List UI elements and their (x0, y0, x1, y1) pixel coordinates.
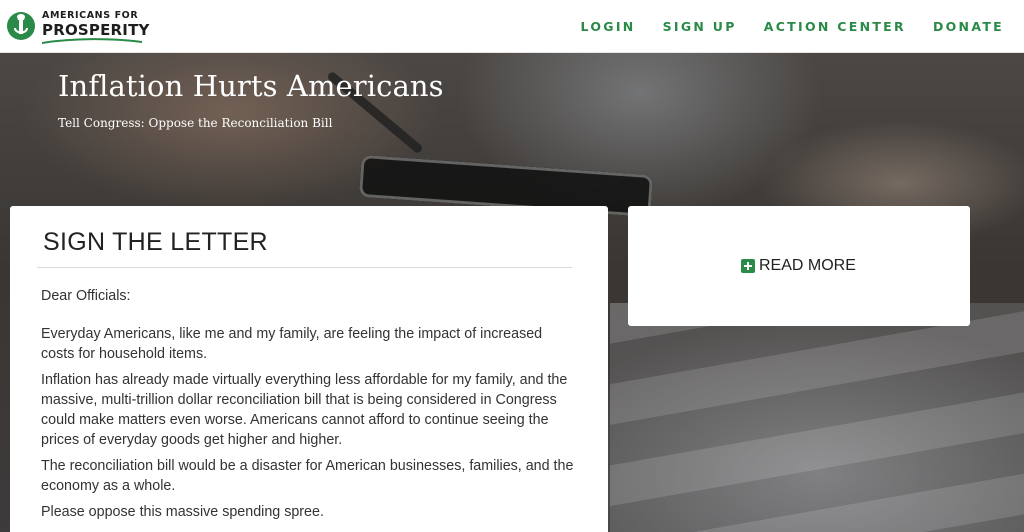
page-title: Inflation Hurts Americans (58, 69, 444, 103)
logo-line-2: PROSPERITY (42, 20, 150, 39)
sign-letter-panel: SIGN THE LETTER Dear Officials: Everyday… (10, 206, 608, 532)
hero-banner: Inflation Hurts Americans Tell Congress:… (0, 53, 1024, 532)
logo-wordmark: AMERICANS FOR PROSPERITY (42, 11, 150, 38)
page-subtitle: Tell Congress: Oppose the Reconciliation… (58, 116, 333, 130)
main-nav: LOGIN SIGN UP ACTION CENTER DONATE (581, 19, 1004, 34)
read-more-button[interactable]: READ MORE (741, 257, 856, 275)
nav-action-center[interactable]: ACTION CENTER (764, 19, 906, 34)
letter-paragraph: Everyday Americans, like me and my famil… (41, 326, 543, 362)
letter-paragraph: Please oppose this massive spending spre… (41, 504, 324, 520)
heading-divider (37, 267, 572, 268)
nav-donate[interactable]: DONATE (933, 19, 1004, 34)
letter-paragraph: The reconciliation bill would be a disas… (41, 458, 574, 494)
torch-logo-icon (7, 12, 35, 40)
nav-sign-up[interactable]: SIGN UP (663, 19, 737, 34)
letter-heading: SIGN THE LETTER (43, 228, 268, 256)
letter-body: Dear Officials: Everyday Americans, like… (41, 286, 576, 528)
nav-login[interactable]: LOGIN (581, 19, 636, 34)
plus-square-icon (741, 259, 755, 273)
afp-logo[interactable]: AMERICANS FOR PROSPERITY (6, 7, 149, 47)
letter-paragraph: Inflation has already made virtually eve… (41, 372, 568, 448)
hero-background-papers (610, 303, 1024, 532)
letter-salutation: Dear Officials: (41, 288, 131, 304)
read-more-panel: READ MORE (628, 206, 970, 326)
logo-swoosh-icon (42, 38, 142, 44)
site-header: AMERICANS FOR PROSPERITY LOGIN SIGN UP A… (0, 0, 1024, 53)
read-more-label: READ MORE (759, 257, 856, 274)
logo-line-1: AMERICANS FOR (42, 10, 139, 21)
